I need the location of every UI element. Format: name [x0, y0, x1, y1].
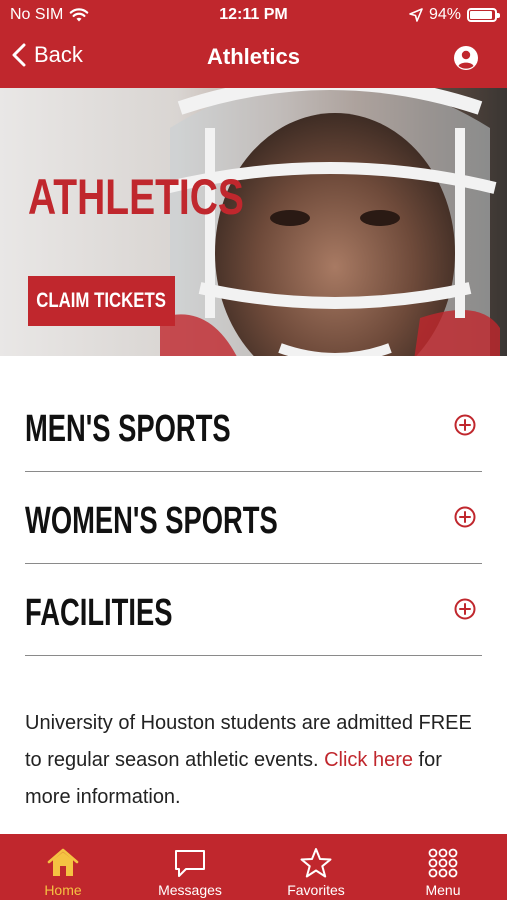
- nav-bar: Back Athletics: [0, 30, 507, 88]
- battery-icon: [467, 8, 500, 22]
- plus-circle-icon[interactable]: [454, 506, 476, 528]
- accordion-label: WOMEN'S SPORTS: [25, 500, 278, 542]
- home-icon: [47, 848, 79, 876]
- plus-circle-icon[interactable]: [454, 414, 476, 436]
- plus-circle-icon[interactable]: [454, 598, 476, 620]
- tab-favorites[interactable]: Favorites: [253, 834, 379, 900]
- accordion-womens-sports[interactable]: WOMEN'S SPORTS: [25, 472, 482, 564]
- accordion-label: MEN'S SPORTS: [25, 408, 231, 450]
- claim-tickets-label: CLAIM TICKETS: [36, 289, 167, 312]
- tab-label: Home: [44, 882, 82, 898]
- claim-tickets-button[interactable]: CLAIM TICKETS: [28, 276, 175, 326]
- star-icon: [300, 848, 332, 878]
- hero-banner: ATHLETICS CLAIM TICKETS: [0, 88, 507, 356]
- tab-label: Messages: [158, 882, 222, 898]
- accordion-label: FACILITIES: [25, 592, 173, 634]
- chat-bubble-icon: [175, 850, 205, 877]
- tab-label: Favorites: [287, 882, 345, 898]
- status-right: 94%: [409, 0, 500, 30]
- battery-percent: 94%: [428, 6, 461, 23]
- top-bar: No SIM 12:11 PM 94% Back Athletics: [0, 0, 507, 88]
- status-bar: No SIM 12:11 PM 94%: [0, 0, 507, 30]
- grid-dots-icon: [428, 848, 458, 878]
- tab-bar: Home Messages Favorites Menu: [0, 834, 507, 900]
- tab-home[interactable]: Home: [0, 834, 126, 900]
- location-arrow-icon: [409, 8, 423, 22]
- profile-icon[interactable]: [453, 45, 479, 71]
- info-paragraph: University of Houston students are admit…: [25, 705, 485, 816]
- hero-title: ATHLETICS: [28, 169, 244, 225]
- tab-menu[interactable]: Menu: [380, 834, 506, 900]
- page-title: Athletics: [207, 44, 300, 69]
- tab-messages[interactable]: Messages: [127, 834, 253, 900]
- more-info-link[interactable]: Click here: [324, 749, 413, 771]
- accordion-mens-sports[interactable]: MEN'S SPORTS: [25, 380, 482, 472]
- accordion-facilities[interactable]: FACILITIES: [25, 564, 482, 656]
- tab-label: Menu: [425, 882, 461, 898]
